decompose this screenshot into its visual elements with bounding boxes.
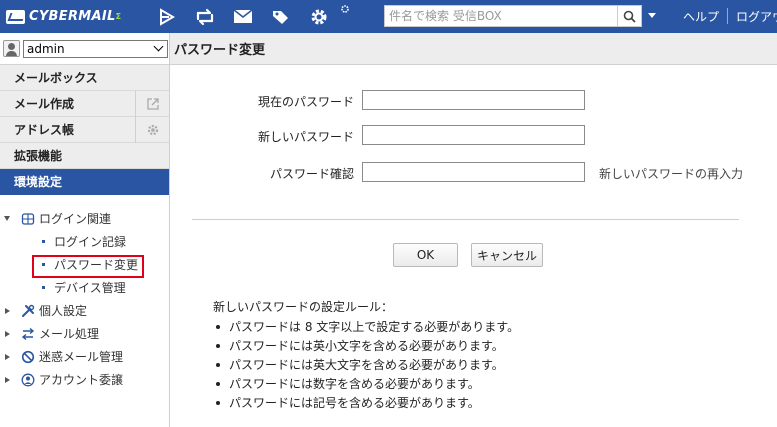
tree-mail-processing[interactable]: メール処理 [0, 322, 169, 345]
new-password-label: 新しいパスワード [257, 130, 354, 144]
gear-icon[interactable] [300, 0, 338, 33]
settings-tree: ログイン関連 ログイン記録 パスワード変更 デバイス管理 個人設定 メール処理 … [0, 195, 169, 391]
tree-password-change[interactable]: パスワード変更 [0, 253, 169, 278]
envelope-icon[interactable] [224, 0, 262, 33]
confirm-password-input[interactable] [362, 162, 585, 182]
tree-login[interactable]: ログイン関連 [0, 207, 169, 230]
rule-item: パスワードには記号を含める必要があります。 [213, 393, 519, 412]
tree-label: アカウント委譲 [39, 373, 124, 387]
tools-icon [20, 303, 36, 319]
current-password-label: 現在のパスワード [257, 95, 354, 109]
block-icon [20, 349, 36, 365]
logo-text: CYBERMAIL [29, 9, 116, 24]
rule-item: パスワードには数字を含める必要があります。 [213, 374, 519, 393]
rules-title: 新しいパスワードの設定ルール： [213, 300, 394, 314]
cancel-button[interactable]: キャンセル [471, 243, 543, 267]
tree-sub-label: デバイス管理 [54, 281, 126, 295]
account-icon [20, 372, 36, 388]
user-select[interactable]: admin [23, 39, 168, 58]
new-password-input[interactable] [362, 125, 585, 145]
tree-label: メール処理 [39, 327, 100, 341]
search-scope-dropdown[interactable] [648, 13, 656, 18]
topbar-separator [727, 8, 728, 24]
current-password-input[interactable] [362, 90, 585, 110]
search-icon [623, 10, 636, 23]
mail-receive-icon[interactable] [148, 0, 186, 33]
expand-arrow-icon[interactable] [0, 216, 14, 221]
external-link-icon[interactable] [135, 91, 169, 117]
toolbar-icons [148, 0, 352, 33]
menu-preferences[interactable]: 環境設定 [0, 169, 169, 195]
menu-address-book[interactable]: アドレス帳 [0, 117, 169, 143]
page-title-text: パスワード変更 [174, 43, 266, 58]
expand-arrow-icon[interactable] [0, 376, 14, 383]
tree-label: 迷惑メール管理 [39, 350, 124, 364]
confirm-password-label: パスワード確認 [269, 167, 354, 181]
expand-arrow-icon[interactable] [0, 330, 14, 337]
menu-label: メールボックス [14, 71, 98, 85]
rule-text: パスワードには記号を含める必要があります。 [229, 396, 480, 410]
bullet [42, 286, 45, 289]
menu-extensions[interactable]: 拡張機能 [0, 143, 169, 169]
user-select-value: admin [27, 41, 65, 56]
gear-icon[interactable] [135, 117, 169, 143]
menu-label: アドレス帳 [14, 123, 75, 137]
logo-mail-icon [6, 9, 25, 24]
search-input[interactable] [385, 6, 617, 26]
confirm-hint: 新しいパスワードの再入力 [599, 167, 744, 181]
tree-personal[interactable]: 個人設定 [0, 299, 169, 322]
rule-text: パスワードには数字を含める必要があります。 [229, 377, 480, 391]
tag-icon[interactable] [262, 0, 300, 33]
rule-text: パスワードは 8 文字以上で設定する必要があります。 [229, 320, 520, 334]
expand-arrow-icon[interactable] [0, 307, 14, 314]
arrows-icon [20, 326, 36, 342]
tree-label: 個人設定 [39, 304, 88, 318]
form-divider [192, 219, 739, 220]
tree-label: ログイン関連 [39, 212, 112, 226]
sidebar: admin メールボックス メール作成 アドレス帳 拡張機能 環境設定 ログイン… [0, 33, 170, 427]
logout-link[interactable]: ログアウト [736, 8, 777, 25]
tree-spam[interactable]: 迷惑メール管理 [0, 345, 169, 368]
bullet [42, 240, 45, 243]
page-title: パスワード変更 [170, 33, 777, 65]
top-bar: CYBERMAIL Σ ヘルプ ログアウト [0, 0, 777, 33]
settings-small-icon[interactable] [338, 0, 352, 33]
menu-compose[interactable]: メール作成 [0, 91, 169, 117]
ok-button[interactable]: OK [393, 243, 458, 267]
expand-arrow-icon[interactable] [0, 353, 14, 360]
help-link[interactable]: ヘルプ [683, 8, 719, 25]
tree-sub-label: ログイン記録 [54, 235, 127, 249]
menu-label: メール作成 [14, 97, 75, 111]
menu-mailbox[interactable]: メールボックス [0, 65, 169, 91]
menu-label: 拡張機能 [14, 149, 63, 163]
highlight-box [32, 255, 144, 278]
rule-item: パスワードには英小文字を含める必要があります。 [213, 336, 519, 355]
rule-item: パスワードは 8 文字以上で設定する必要があります。 [213, 317, 519, 336]
rule-text: パスワードには英小文字を含める必要があります。 [229, 339, 504, 353]
logo-sup: Σ [115, 12, 122, 21]
user-row: admin [0, 33, 169, 65]
tree-account-delegation[interactable]: アカウント委譲 [0, 368, 169, 391]
rule-item: パスワードには英大文字を含める必要があります。 [213, 355, 519, 374]
user-icon [3, 40, 20, 57]
menu-label: 環境設定 [14, 175, 63, 189]
tree-login-history[interactable]: ログイン記録 [0, 230, 169, 253]
cybermail-logo[interactable]: CYBERMAIL Σ [6, 9, 134, 24]
search-button[interactable] [617, 6, 641, 26]
password-rules: 新しいパスワードの設定ルール： パスワードは 8 文字以上で設定する必要がありま… [213, 298, 519, 412]
globe-icon [20, 211, 36, 227]
rule-text: パスワードには英大文字を含める必要があります。 [229, 358, 504, 372]
tree-device-management[interactable]: デバイス管理 [0, 276, 169, 299]
chevron-down-icon [153, 41, 164, 52]
mail-refresh-icon[interactable] [186, 0, 224, 33]
search-box [384, 5, 642, 27]
